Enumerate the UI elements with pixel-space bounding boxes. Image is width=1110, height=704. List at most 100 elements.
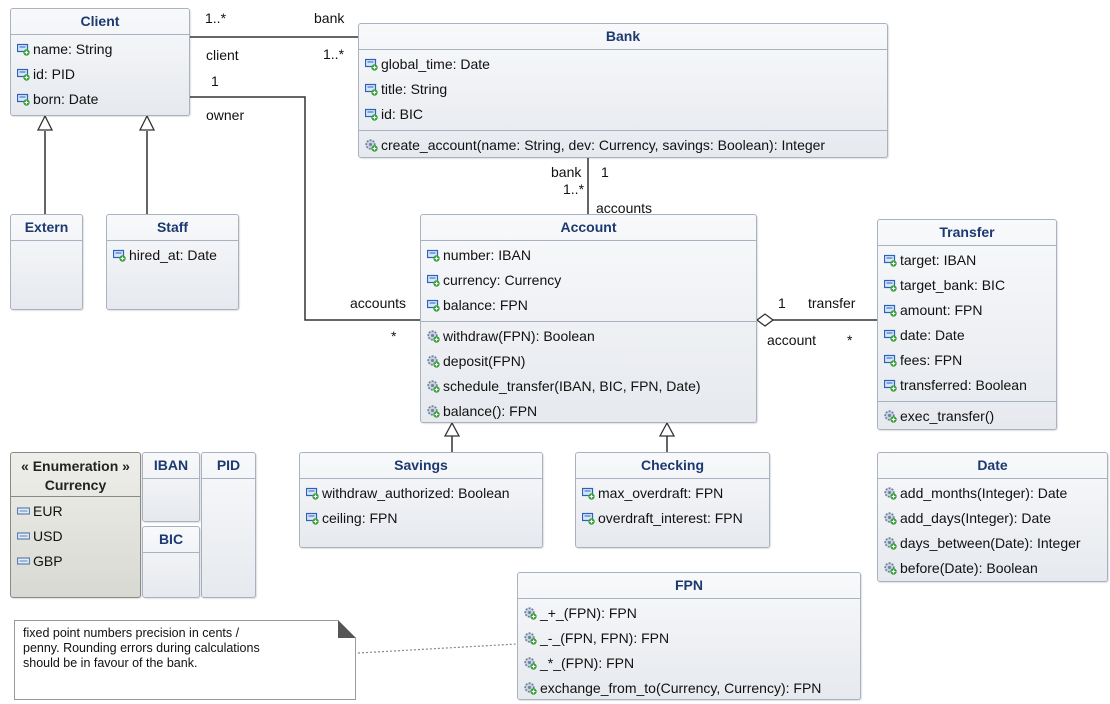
attribute-icon <box>884 329 897 342</box>
enum-literal-icon <box>17 507 30 515</box>
class-client[interactable]: Client name: String id: PID born: Date <box>10 8 190 116</box>
attribute-label: currency: Currency <box>443 272 562 288</box>
attribute-label: max_overdraft: FPN <box>598 485 724 501</box>
attribute-icon <box>306 487 319 500</box>
attribute-row[interactable]: number: IBAN <box>421 243 756 268</box>
attribute-row[interactable]: global_time: Date <box>359 52 887 77</box>
attribute-label: fees: FPN <box>900 352 963 368</box>
class-checking-title: Checking <box>640 457 704 473</box>
operation-row[interactable]: _+_(FPN): FPN <box>518 601 860 626</box>
operation-label: exec_transfer() <box>900 408 995 424</box>
bank-account-bank-multiplicity: 1 <box>601 164 609 180</box>
operation-row[interactable]: add_days(Integer): Date <box>878 506 1107 531</box>
client-account-accounts-multiplicity: * <box>391 328 397 344</box>
operation-icon <box>524 657 537 670</box>
attribute-row[interactable]: hired_at: Date <box>107 243 238 268</box>
class-pid-title: PID <box>216 457 241 473</box>
enum-literal-label: USD <box>33 528 63 544</box>
operation-label: before(Date): Boolean <box>900 560 1038 576</box>
attribute-icon <box>113 249 126 262</box>
enum-literal-row[interactable]: GBP <box>11 549 140 574</box>
attribute-label: id: PID <box>33 66 76 82</box>
attribute-label: name: String <box>33 41 113 57</box>
attribute-label: withdraw_authorized: Boolean <box>322 485 510 501</box>
note-line: should be in favour of the bank. <box>23 656 198 670</box>
attribute-row[interactable]: max_overdraft: FPN <box>576 481 769 506</box>
client-bank-bank-role: bank <box>314 10 345 26</box>
attribute-row[interactable]: transferred: Boolean <box>878 373 1056 398</box>
class-staff[interactable]: Staff hired_at: Date <box>106 214 239 310</box>
attribute-row[interactable]: target: IBAN <box>878 248 1056 273</box>
class-bic[interactable]: BIC <box>142 526 200 598</box>
class-transfer[interactable]: Transfer target: IBAN target_bank: BIC a… <box>877 219 1057 430</box>
operation-row[interactable]: _-_(FPN, FPN): FPN <box>518 626 860 651</box>
class-checking[interactable]: Checking max_overdraft: FPN overdraft_in… <box>575 452 770 548</box>
attribute-row[interactable]: title: String <box>359 77 887 102</box>
class-iban[interactable]: IBAN <box>142 452 200 522</box>
operation-icon <box>524 607 537 620</box>
attribute-row[interactable]: date: Date <box>878 323 1056 348</box>
operation-row[interactable]: create_account(name: String, dev: Curren… <box>359 133 887 158</box>
attribute-row[interactable]: name: String <box>11 37 189 62</box>
attribute-icon <box>17 93 30 106</box>
enum-currency-stereotype: « Enumeration » <box>21 458 130 474</box>
attribute-row[interactable]: id: BIC <box>359 102 887 127</box>
attribute-icon <box>582 512 595 525</box>
class-transfer-title: Transfer <box>939 224 995 240</box>
class-date-title: Date <box>977 457 1008 473</box>
attribute-label: transferred: Boolean <box>900 377 1027 393</box>
class-bank-attributes: global_time: Date title: String id: BIC <box>359 49 887 130</box>
attribute-label: number: IBAN <box>443 247 531 263</box>
operation-row[interactable]: schedule_transfer(IBAN, BIC, FPN, Date) <box>421 374 756 399</box>
enum-literal-row[interactable]: USD <box>11 524 140 549</box>
enum-literal-row[interactable]: EUR <box>11 499 140 524</box>
class-pid[interactable]: PID <box>201 452 256 598</box>
class-fpn[interactable]: FPN _+_(FPN): FPN _-_(FPN, FPN): FPN _*_… <box>517 572 861 700</box>
class-extern[interactable]: Extern <box>10 214 83 310</box>
class-bic-attributes <box>143 552 199 568</box>
operation-icon <box>884 487 897 500</box>
attribute-row[interactable]: fees: FPN <box>878 348 1056 373</box>
operation-row[interactable]: withdraw(FPN): Boolean <box>421 324 756 349</box>
attribute-label: hired_at: Date <box>129 247 217 263</box>
operation-row[interactable]: exchange_from_to(Currency, Currency): FP… <box>518 676 860 701</box>
attribute-row[interactable]: born: Date <box>11 87 189 112</box>
attribute-icon <box>884 279 897 292</box>
attribute-icon <box>306 512 319 525</box>
class-savings[interactable]: Savings withdraw_authorized: Boolean cei… <box>299 452 543 548</box>
class-date[interactable]: Date add_months(Integer): Date add_days(… <box>877 452 1108 582</box>
comment-note[interactable]: fixed point numbers precision in cents /… <box>14 620 356 700</box>
operation-label: create_account(name: String, dev: Curren… <box>381 137 826 153</box>
operation-icon <box>524 632 537 645</box>
operation-row[interactable]: deposit(FPN) <box>421 349 756 374</box>
class-bank[interactable]: Bank global_time: Date title: String id:… <box>358 23 888 158</box>
note-connector <box>357 643 518 654</box>
enum-currency[interactable]: « Enumeration » Currency EUR USD GBP <box>10 452 141 598</box>
operation-label: _+_(FPN): FPN <box>540 605 637 621</box>
attribute-label: target: IBAN <box>900 252 977 268</box>
attribute-row[interactable]: balance: FPN <box>421 293 756 318</box>
class-pid-attributes <box>202 478 255 494</box>
operation-row[interactable]: before(Date): Boolean <box>878 556 1107 581</box>
operation-row[interactable]: days_between(Date): Integer <box>878 531 1107 556</box>
class-bank-title: Bank <box>605 28 641 44</box>
attribute-row[interactable]: target_bank: BIC <box>878 273 1056 298</box>
attribute-row[interactable]: id: PID <box>11 62 189 87</box>
operation-row[interactable]: balance(): FPN <box>421 399 756 424</box>
attribute-row[interactable]: overdraft_interest: FPN <box>576 506 769 531</box>
operation-row[interactable]: add_months(Integer): Date <box>878 481 1107 506</box>
attribute-row[interactable]: withdraw_authorized: Boolean <box>300 481 542 506</box>
enum-literal-label: GBP <box>33 553 63 569</box>
note-fold-icon <box>338 620 356 638</box>
operation-row[interactable]: _*_(FPN): FPN <box>518 651 860 676</box>
enum-literal-icon <box>17 557 30 565</box>
attribute-row[interactable]: currency: Currency <box>421 268 756 293</box>
attribute-row[interactable]: ceiling: FPN <box>300 506 542 531</box>
client-account-owner-role: owner <box>206 107 245 123</box>
class-account[interactable]: Account number: IBAN currency: Currency … <box>420 214 757 423</box>
attribute-icon <box>17 68 30 81</box>
class-bic-title: BIC <box>158 531 184 547</box>
attribute-row[interactable]: amount: FPN <box>878 298 1056 323</box>
account-transfer-transfer-role: transfer <box>808 295 856 311</box>
operation-row[interactable]: exec_transfer() <box>878 404 1056 429</box>
